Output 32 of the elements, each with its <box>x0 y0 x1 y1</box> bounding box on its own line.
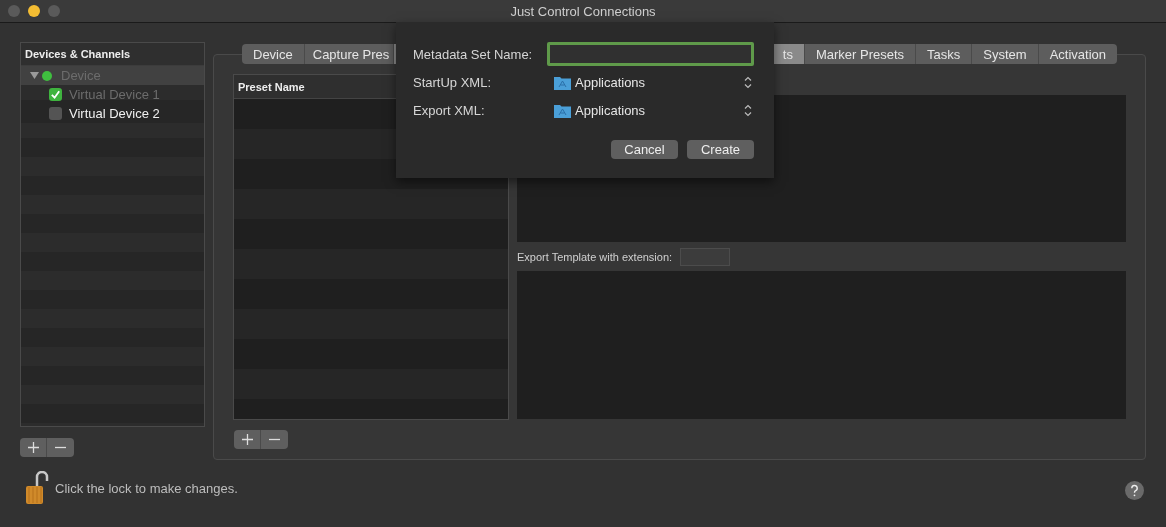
tab[interactable]: Tasks <box>916 44 973 64</box>
updown-arrows-icon <box>744 75 752 89</box>
folder-popup[interactable]: Applications <box>547 102 754 118</box>
updown-arrows-icon <box>744 103 752 117</box>
tab[interactable]: Marker Presets <box>804 44 917 64</box>
unlocked-padlock-icon[interactable] <box>25 471 49 505</box>
tab[interactable]: Device <box>242 44 305 64</box>
remove-button[interactable] <box>47 438 74 457</box>
dialog-button[interactable]: Cancel <box>611 140 678 159</box>
window-title: Just Control Connections <box>510 3 656 19</box>
dialog-button[interactable]: Create <box>687 140 754 159</box>
field-label: Export Template with extension: <box>517 250 673 263</box>
tab[interactable]: Capture Pres <box>304 44 395 64</box>
field-label: Export XML: <box>413 102 486 118</box>
help-icon[interactable] <box>1125 480 1144 500</box>
tab[interactable]: Activation <box>1038 44 1117 64</box>
add-button[interactable] <box>234 430 261 449</box>
minimize-button[interactable] <box>28 5 40 17</box>
folder-popup[interactable]: Applications <box>547 74 754 90</box>
field-label: StartUp XML: <box>413 74 493 90</box>
plus-icon <box>241 434 253 445</box>
field-label: Metadata Set Name: <box>413 46 534 62</box>
plus-icon <box>27 442 39 453</box>
name-field[interactable] <box>547 42 754 66</box>
tab[interactable]: System <box>972 44 1039 64</box>
remove-button[interactable] <box>261 430 288 449</box>
add-button[interactable] <box>20 438 47 457</box>
folder-icon <box>554 102 571 118</box>
folder-icon <box>554 74 571 90</box>
tree-label: Virtual Device 2 <box>69 106 160 121</box>
tree-label: Virtual Device 1 <box>69 87 160 102</box>
lock-hint: Click the lock to make changes. <box>55 480 238 496</box>
